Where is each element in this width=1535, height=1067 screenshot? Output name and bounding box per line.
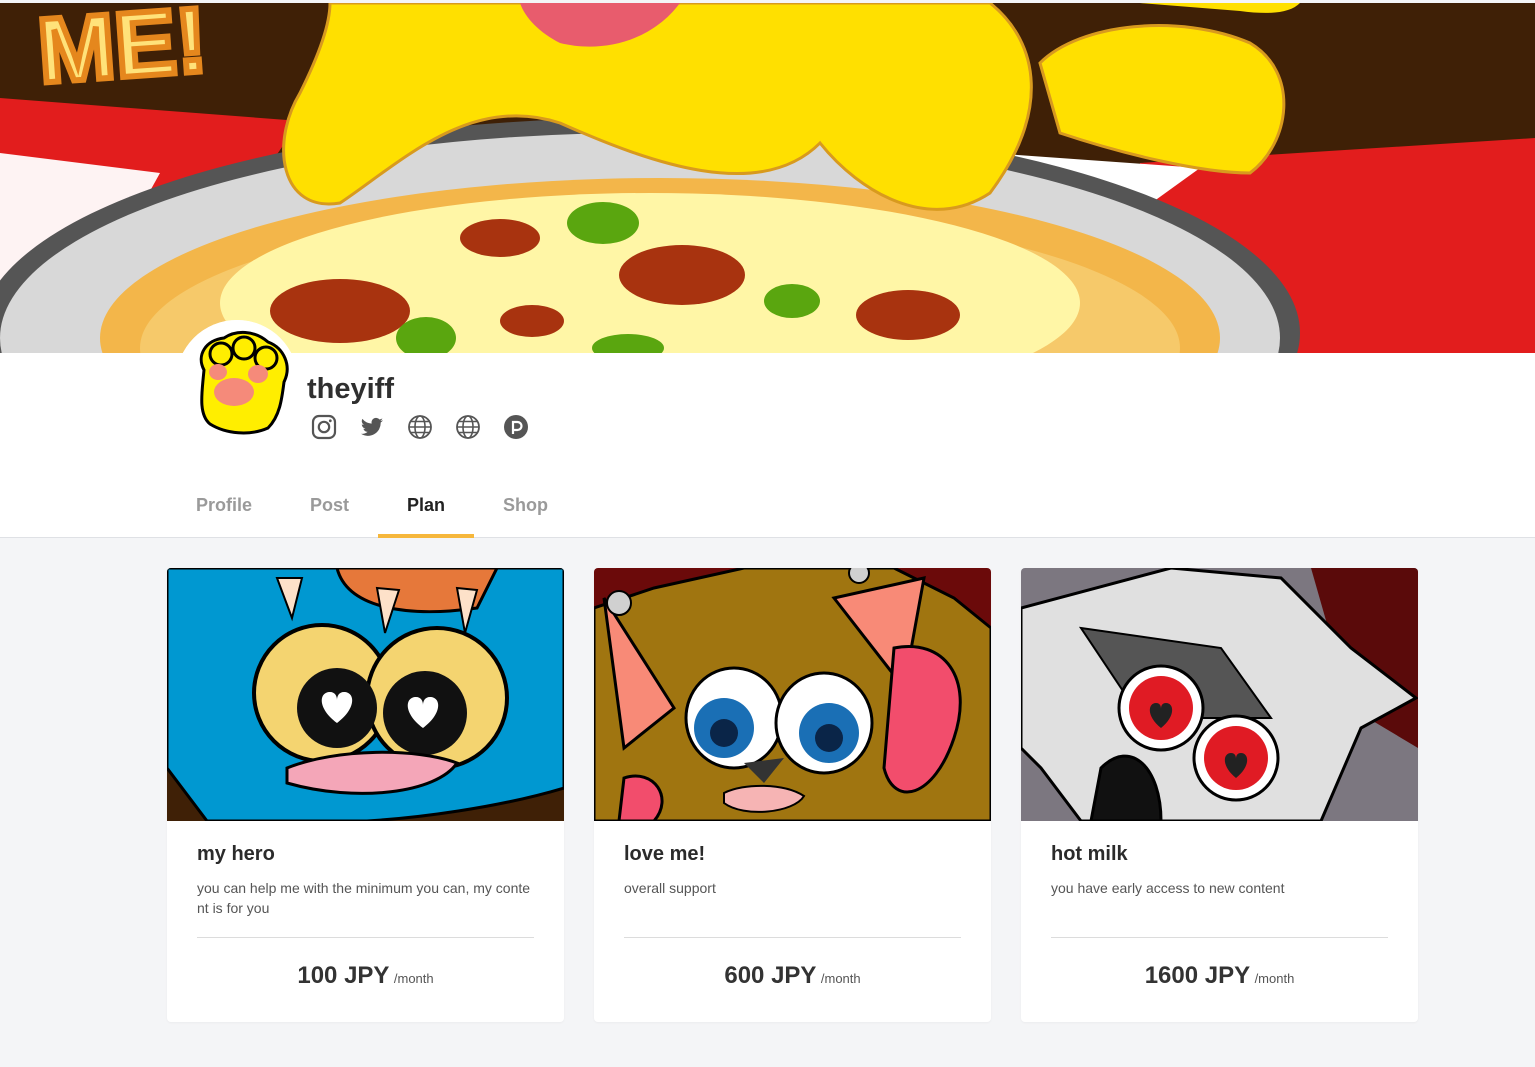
username: theyiff: [307, 373, 394, 405]
plan-price-period: /month: [393, 971, 434, 986]
plan-price-amount: 1600 JPY: [1144, 962, 1251, 989]
tab-shop[interactable]: Shop: [474, 483, 577, 538]
plan-title: my hero: [197, 843, 275, 865]
plan-price: 100 JPY /month: [197, 962, 534, 990]
plan-image: [1021, 568, 1418, 821]
tab-plan[interactable]: Plan: [378, 483, 475, 538]
plan-title: hot milk: [1051, 843, 1128, 865]
paw-avatar-icon: [176, 320, 298, 442]
plan-price-amount: 100 JPY: [297, 962, 390, 989]
twitter-icon[interactable]: [359, 414, 385, 440]
profile-header: theyiff Profile Post Plan Shop: [0, 320, 1535, 538]
plan-title: love me!: [624, 843, 706, 865]
plan-price-period: /month: [820, 971, 861, 986]
plan-divider: [197, 937, 534, 938]
banner-text: ME!: [35, 3, 210, 103]
banner-artwork: ME!: [0, 3, 1535, 353]
profile-tabs: Profile Post Plan Shop: [167, 483, 577, 538]
plan-image: [594, 568, 991, 821]
profile-banner: ME!: [0, 3, 1535, 353]
globe-icon[interactable]: [407, 414, 433, 440]
plan-description: you have early access to new content: [1051, 880, 1285, 896]
avatar[interactable]: [176, 320, 298, 442]
plan-image: [167, 568, 564, 821]
plan-card[interactable]: my hero you can help me with the minimum…: [167, 568, 564, 1022]
tab-post[interactable]: Post: [281, 483, 378, 538]
pixiv-icon[interactable]: [503, 414, 529, 440]
plan-description: overall support: [624, 880, 716, 896]
plan-card[interactable]: love me! overall support 600 JPY /month: [594, 568, 991, 1022]
social-links: [311, 414, 529, 440]
plan-price-period: /month: [1254, 971, 1295, 986]
tab-profile[interactable]: Profile: [167, 483, 281, 538]
globe-icon[interactable]: [455, 414, 481, 440]
plan-divider: [1051, 937, 1388, 938]
plan-list: my hero you can help me with the minimum…: [167, 568, 1418, 1022]
plan-price-amount: 600 JPY: [724, 962, 817, 989]
plan-price: 1600 JPY /month: [1051, 962, 1388, 990]
plan-description: you can help me with the minimum you can…: [197, 880, 531, 916]
plan-price: 600 JPY /month: [624, 962, 961, 990]
plan-card[interactable]: hot milk you have early access to new co…: [1021, 568, 1418, 1022]
instagram-icon[interactable]: [311, 414, 337, 440]
plan-divider: [624, 937, 961, 938]
